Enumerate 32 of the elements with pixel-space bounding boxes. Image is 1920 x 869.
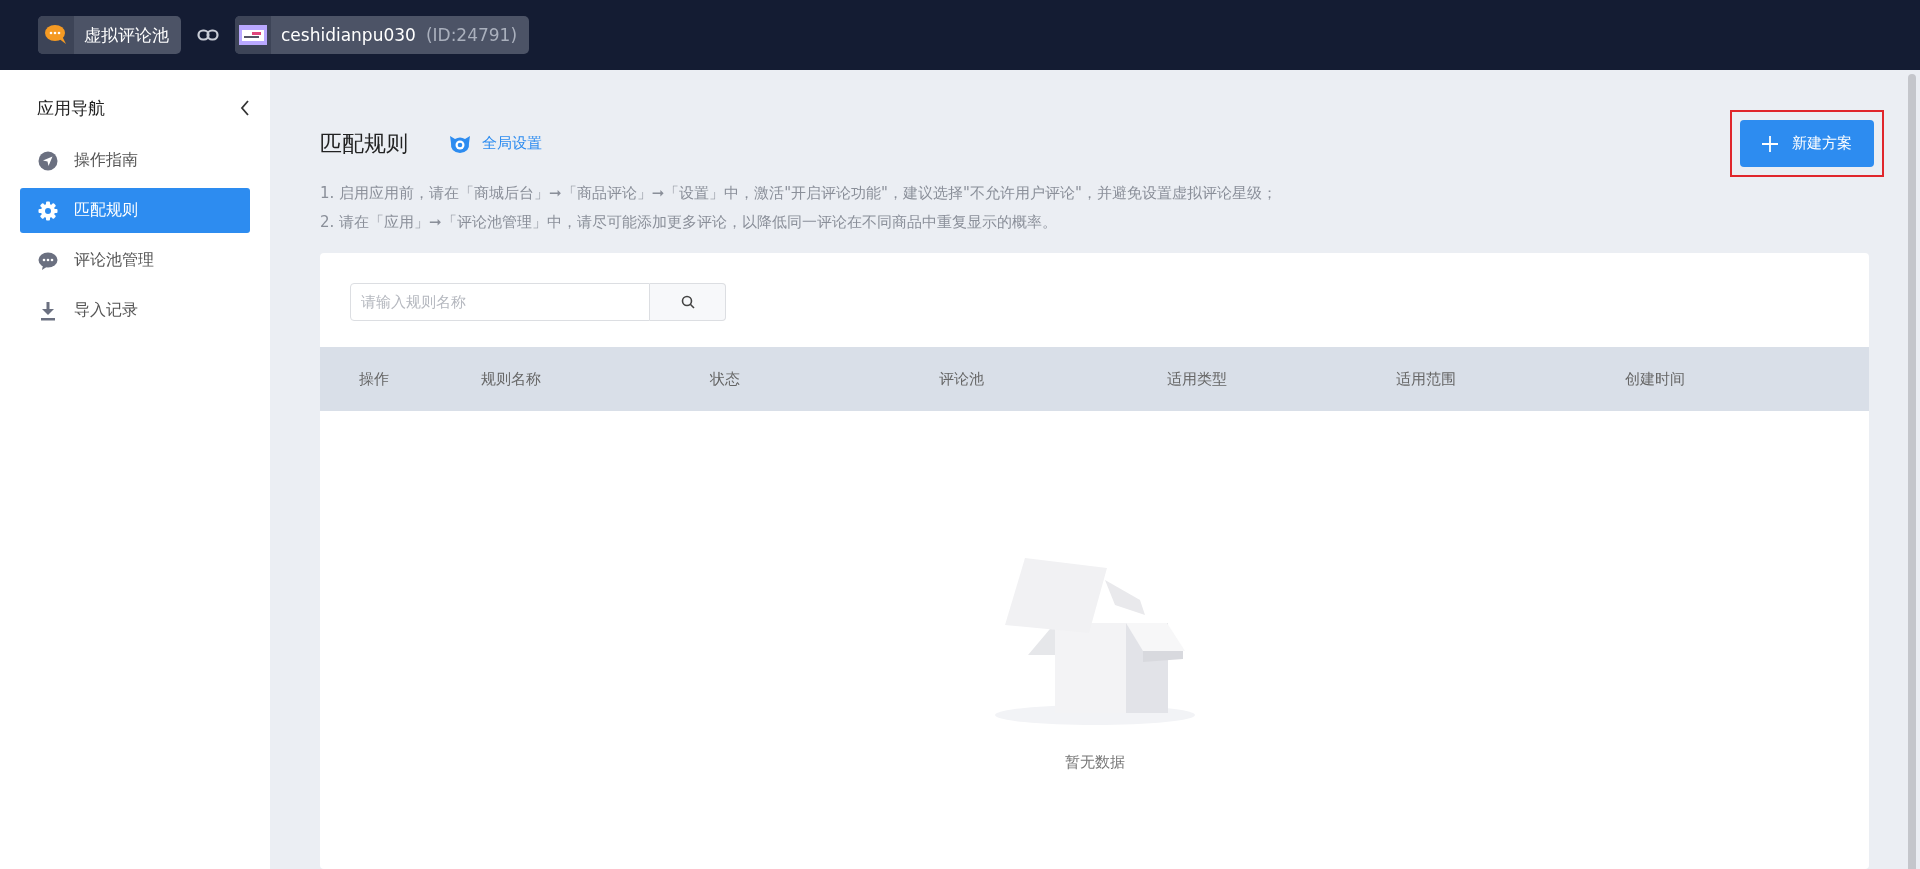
gear-icon: [38, 200, 58, 221]
store-card-icon: [239, 25, 267, 45]
column-header: 规则名称: [481, 369, 541, 389]
nav-item[interactable]: 导入记录: [20, 288, 250, 333]
collapse-icon[interactable]: [240, 100, 250, 116]
search-field[interactable]: 请输入规则名称: [350, 283, 650, 321]
navigation-icon: [38, 150, 58, 171]
instruction-note: 1. 启用应用前，请在「商城后台」➞「商品评论」➞「设置」中，激活"开启评论功能"，建议选择"不允许用户评论"，并避免设置虚拟评论星级；: [320, 183, 1278, 204]
app-chip[interactable]: 虚拟评论池: [38, 16, 181, 54]
shop-chip[interactable]: ceshidianpu030 (ID:24791): [235, 16, 530, 54]
settings-icon: [448, 133, 472, 154]
chat-bubble-icon: [44, 24, 68, 46]
plus-icon: [1762, 135, 1778, 152]
column-header: 状态: [710, 369, 740, 389]
column-header: 创建时间: [1625, 369, 1685, 389]
column-header: 评论池: [939, 369, 984, 389]
search-button[interactable]: [650, 283, 726, 321]
sidebar-title: 应用导航: [37, 96, 105, 120]
page-title: 匹配规则: [320, 129, 408, 158]
empty-state-text: 暂无数据: [1064, 753, 1125, 772]
column-header: 操作: [359, 369, 389, 389]
nav-item[interactable]: 评论池管理: [20, 238, 250, 283]
scrollbar[interactable]: [1908, 74, 1916, 869]
link-icon: [197, 29, 219, 41]
column-header: 适用类型: [1167, 369, 1227, 389]
download-icon: [38, 300, 58, 321]
column-header: 适用范围: [1396, 369, 1456, 389]
nav-item[interactable]: 操作指南: [20, 138, 250, 183]
search-icon: [680, 295, 695, 309]
chat-icon: [38, 250, 58, 271]
instruction-note: 2. 请在「应用」➞「评论池管理」中，请尽可能添加更多评论，以降低同一评论在不同商品中重复显示的概率。: [320, 212, 1058, 233]
shop-id: (ID:24791): [425, 25, 518, 45]
